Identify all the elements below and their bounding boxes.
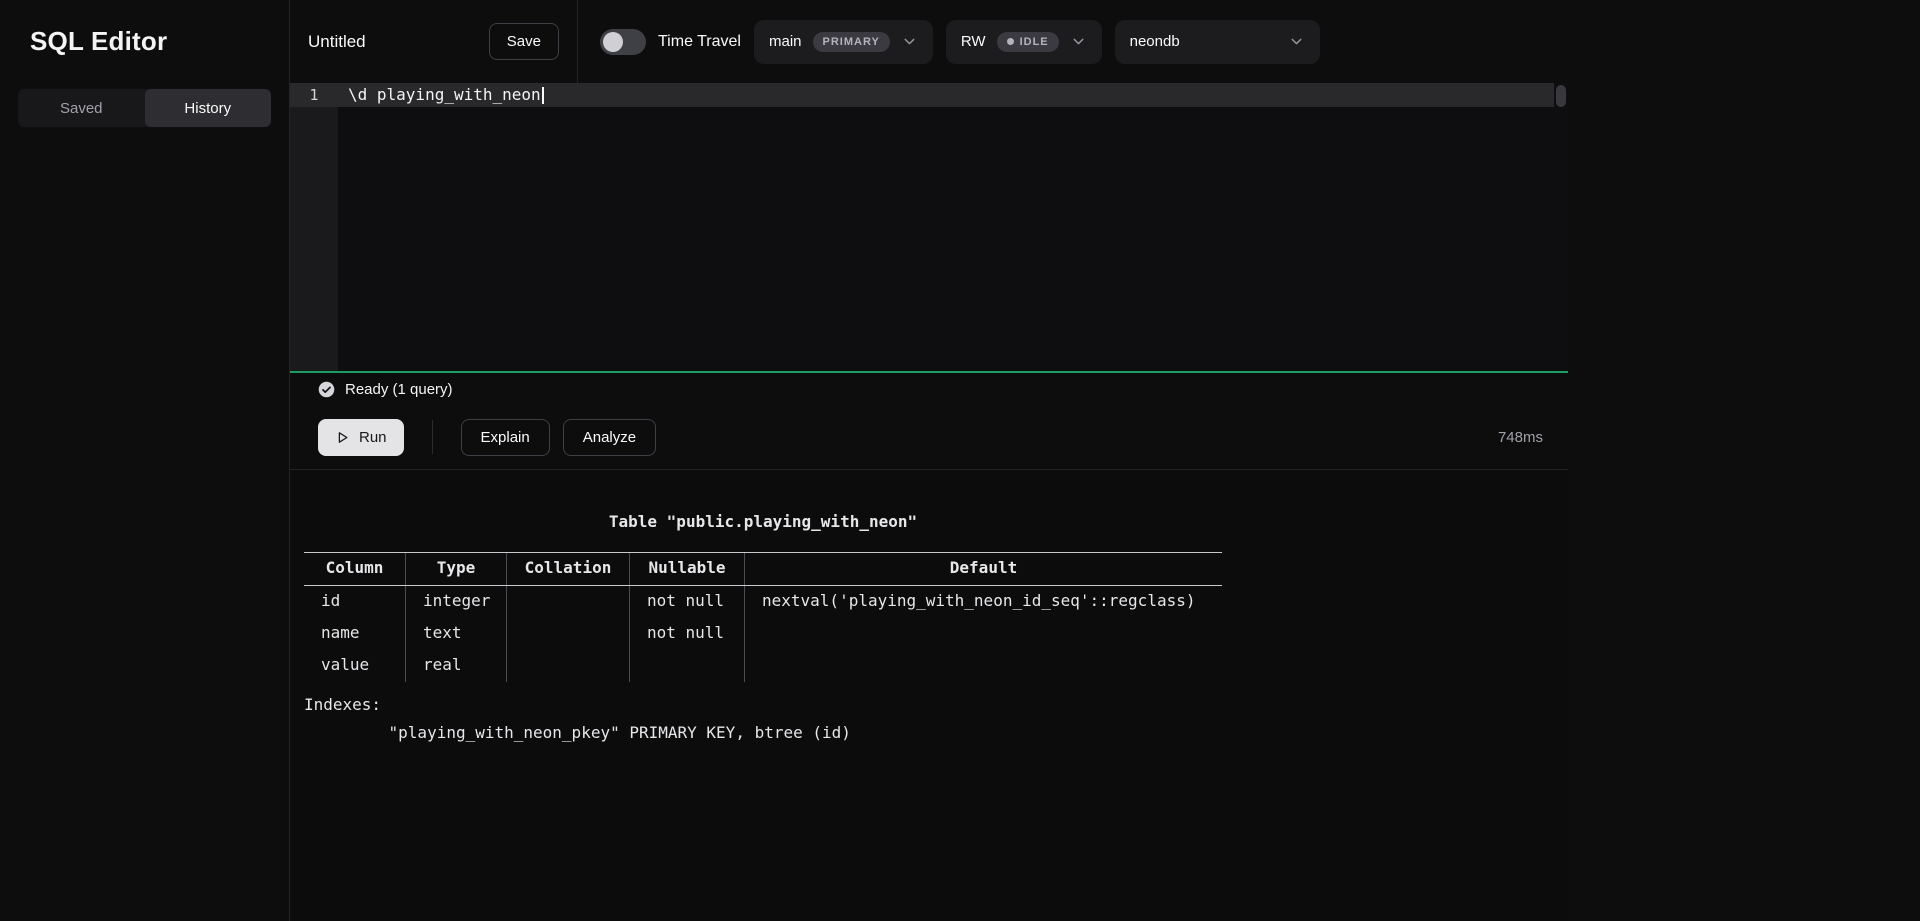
table-row: name text not null [304, 618, 1222, 650]
editor-scrollbar[interactable] [1554, 83, 1568, 371]
cell-nullable: not null [630, 618, 745, 650]
page-title: SQL Editor [0, 0, 289, 57]
check-circle-icon [318, 381, 335, 398]
column-header: Default [745, 553, 1222, 585]
branch-name: main [769, 33, 802, 50]
index-entry: "playing_with_neon_pkey" PRIMARY KEY, bt… [304, 723, 1568, 742]
cell-type: text [406, 618, 507, 650]
branch-badge-label: PRIMARY [823, 36, 880, 48]
run-label: Run [359, 429, 387, 446]
cell-collation [507, 586, 630, 618]
saved-history-tabs: Saved History [18, 89, 271, 127]
sql-editor[interactable]: 1 \d playing_with_neon [290, 83, 1568, 371]
indexes-label: Indexes: [304, 695, 1568, 714]
cell-collation [507, 650, 630, 682]
cell-default [745, 618, 1222, 650]
compute-name: RW [961, 33, 986, 50]
cell-default: nextval('playing_with_neon_id_seq'::regc… [745, 586, 1222, 618]
chevron-down-icon [1288, 33, 1305, 50]
cell-nullable [630, 650, 745, 682]
code-line[interactable]: \d playing_with_neon [348, 83, 544, 107]
cell-column: name [304, 618, 406, 650]
status-bar: Ready (1 query) [290, 371, 1568, 405]
query-name[interactable]: Untitled [308, 32, 366, 52]
query-header: Untitled Save [290, 0, 578, 83]
text-cursor [542, 87, 544, 104]
result-table: Column Type Collation Nullable Default i… [304, 552, 1222, 682]
database-name: neondb [1130, 33, 1180, 50]
table-row: value real [304, 650, 1222, 682]
time-travel-toggle[interactable] [600, 29, 646, 55]
analyze-button[interactable]: Analyze [563, 419, 656, 456]
time-travel-group: Time Travel [600, 29, 741, 55]
cell-type: real [406, 650, 507, 682]
compute-status-badge: IDLE [997, 32, 1059, 52]
status-dot-icon [1007, 38, 1014, 45]
cell-column: value [304, 650, 406, 682]
column-header: Collation [507, 553, 630, 585]
line-number: 1 [290, 83, 338, 107]
result-table-title: Table "public.playing_with_neon" [304, 512, 1222, 531]
play-icon [335, 430, 350, 445]
editor-gutter [290, 83, 338, 371]
tab-saved[interactable]: Saved [18, 89, 145, 127]
results-panel: Table "public.playing_with_neon" Column … [290, 470, 1568, 921]
sidebar: SQL Editor Saved History [0, 0, 290, 921]
cell-collation [507, 618, 630, 650]
code-text: \d playing_with_neon [348, 85, 541, 104]
column-header: Type [406, 553, 507, 585]
save-button[interactable]: Save [489, 23, 559, 60]
query-duration: 748ms [1498, 429, 1543, 446]
table-row: id integer not null nextval('playing_wit… [304, 586, 1222, 618]
status-text: Ready (1 query) [345, 381, 453, 398]
compute-select[interactable]: RW IDLE [946, 20, 1102, 64]
cell-default [745, 650, 1222, 682]
column-header: Nullable [630, 553, 745, 585]
column-header: Column [304, 553, 406, 585]
cell-type: integer [406, 586, 507, 618]
branch-primary-badge: PRIMARY [813, 32, 890, 52]
tab-history[interactable]: History [145, 89, 272, 127]
cell-nullable: not null [630, 586, 745, 618]
action-bar: Run Explain Analyze 748ms [290, 405, 1568, 470]
divider [432, 420, 433, 454]
table-header-row: Column Type Collation Nullable Default [304, 552, 1222, 586]
topbar: Untitled Save Time Travel main PRIMARY R… [290, 0, 1568, 83]
empty-background [1568, 0, 1920, 921]
chevron-down-icon [1070, 33, 1087, 50]
explain-button[interactable]: Explain [461, 419, 550, 456]
chevron-down-icon [901, 33, 918, 50]
branch-select[interactable]: main PRIMARY [754, 20, 933, 64]
database-select[interactable]: neondb [1115, 20, 1320, 64]
toggle-knob [603, 32, 623, 52]
compute-status-label: IDLE [1020, 36, 1049, 48]
cell-column: id [304, 586, 406, 618]
main-panel: Untitled Save Time Travel main PRIMARY R… [290, 0, 1568, 921]
scrollbar-thumb[interactable] [1556, 85, 1566, 107]
time-travel-label: Time Travel [658, 33, 741, 51]
run-button[interactable]: Run [318, 419, 404, 456]
